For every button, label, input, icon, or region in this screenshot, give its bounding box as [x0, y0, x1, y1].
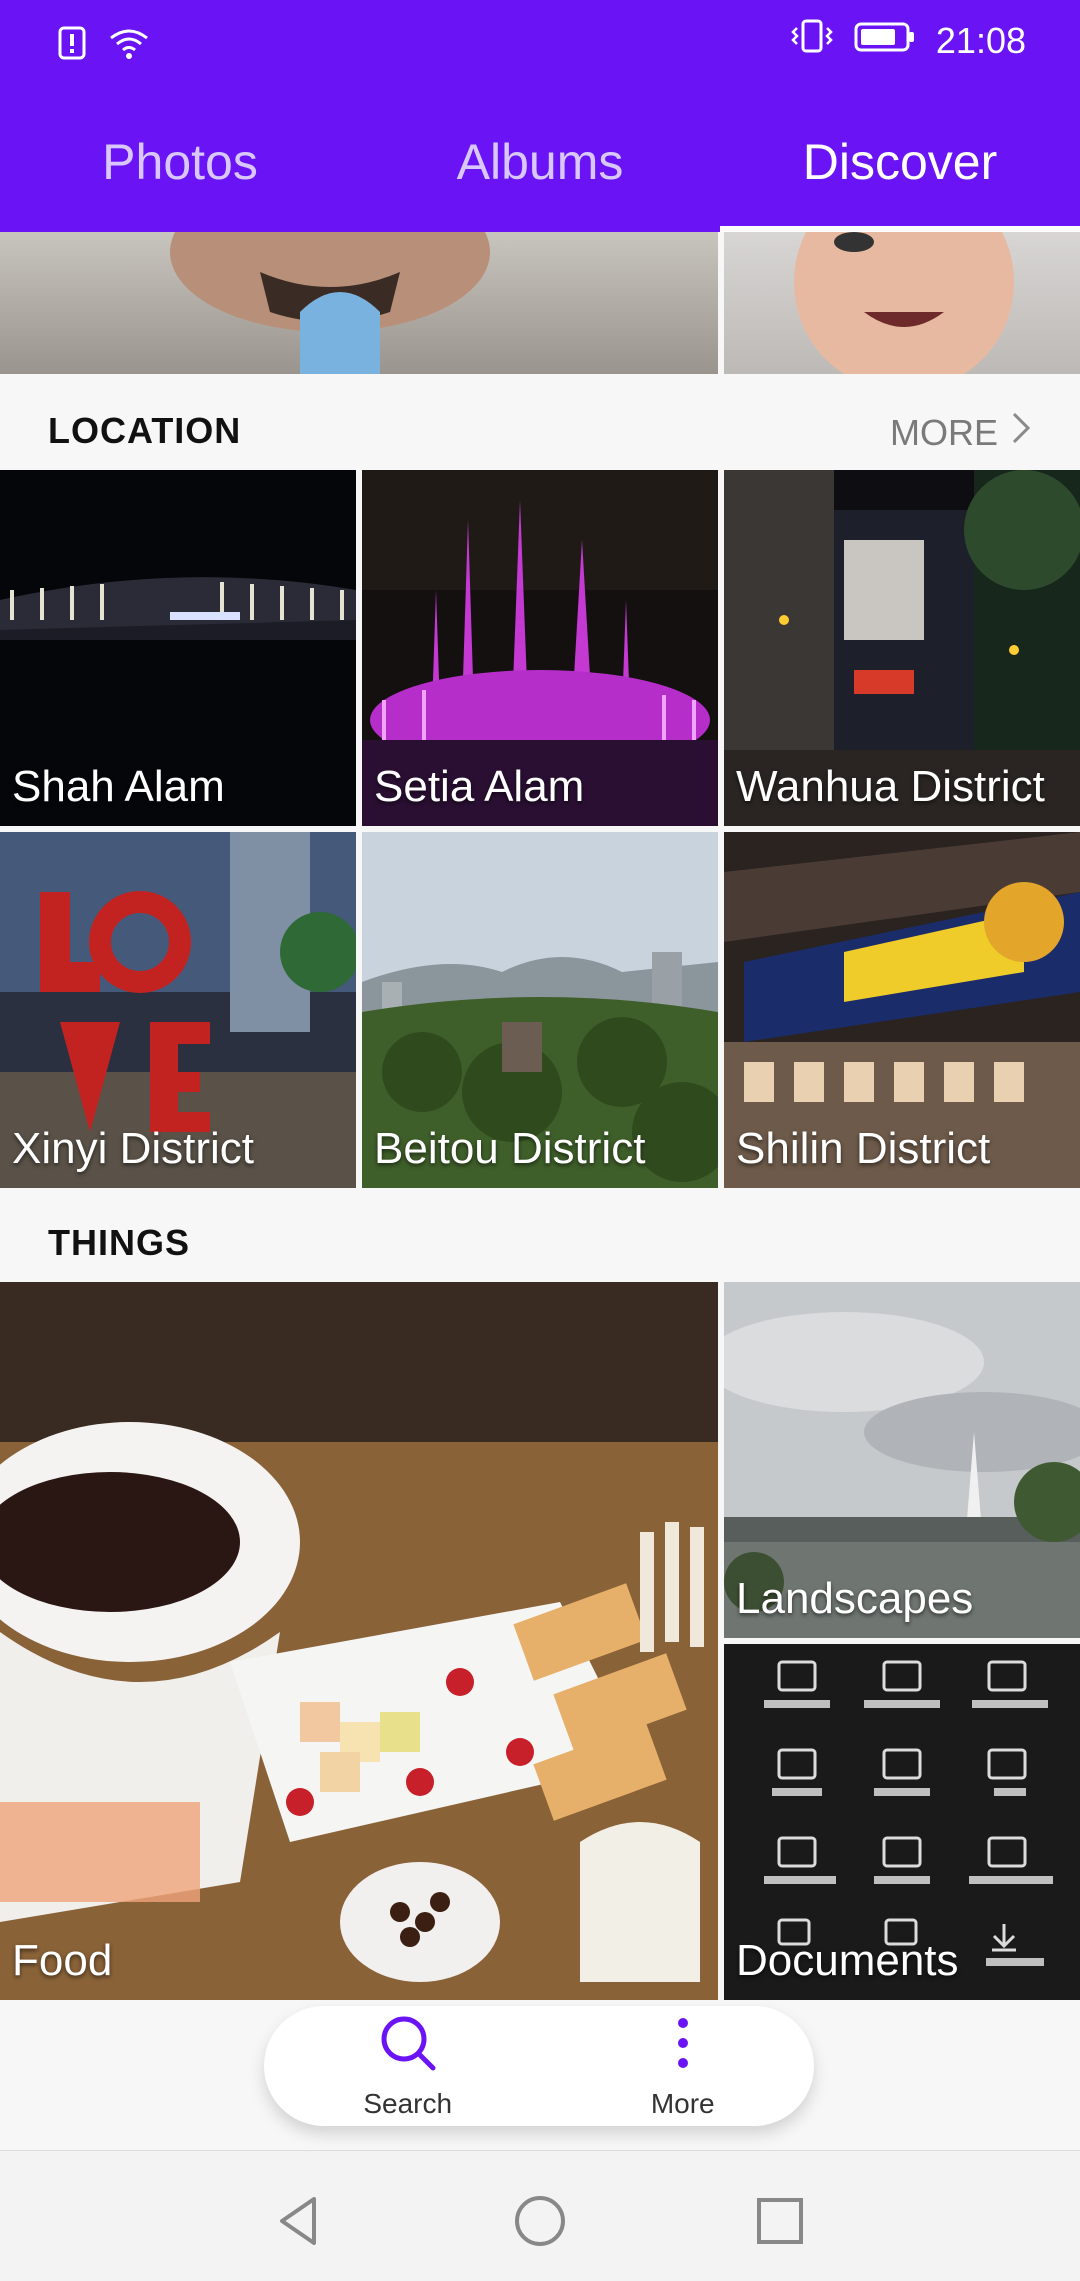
search-button[interactable]: Search [363, 2013, 452, 2120]
more-label: More [650, 2087, 715, 2119]
location-tile-wanhua-district[interactable]: Wanhua District [724, 470, 1080, 826]
things-tile-landscapes[interactable]: Landscapes [724, 1282, 1080, 1638]
wifi-icon [108, 26, 150, 65]
notification-alert-icon [58, 26, 86, 65]
things-tile-food[interactable]: Food [0, 1282, 718, 2000]
location-label: Shah Alam [12, 762, 225, 811]
location-tile-shilin-district[interactable]: Shilin District [724, 832, 1080, 1188]
tab-discover[interactable]: Discover [720, 92, 1080, 232]
more-label: MORE [890, 411, 998, 453]
recents-button[interactable] [750, 2191, 810, 2251]
back-triangle-icon [270, 2197, 330, 2255]
recents-square-icon [750, 2198, 810, 2255]
bottom-action-bar: Search More [264, 2006, 814, 2126]
system-navigation-bar [0, 2150, 1080, 2281]
people-photo-2[interactable] [724, 232, 1080, 374]
things-section-title: THINGS [48, 1222, 191, 1263]
more-vertical-icon [673, 2013, 693, 2080]
location-label: Xinyi District [12, 1124, 255, 1173]
clock-time: 21:08 [935, 19, 1026, 61]
chevron-right-icon [1010, 410, 1032, 455]
things-label: Food [12, 1936, 113, 1985]
location-label: Setia Alam [374, 762, 585, 811]
tab-photos[interactable]: Photos [0, 92, 360, 232]
location-tile-shah-alam[interactable]: Shah Alam [0, 470, 356, 826]
location-tile-beitou-district[interactable]: Beitou District [362, 832, 718, 1188]
search-label: Search [363, 2087, 453, 2119]
things-label: Landscapes [736, 1574, 974, 1623]
location-tile-xinyi-district[interactable]: Xinyi District [0, 832, 356, 1188]
things-label: Documents [736, 1936, 959, 1985]
people-photo-1[interactable] [0, 232, 718, 374]
location-more-link[interactable]: MORE [890, 410, 1032, 455]
location-label: Shilin District [736, 1124, 991, 1173]
location-section-title: LOCATION [48, 410, 242, 451]
tab-albums[interactable]: Albums [360, 92, 720, 232]
things-tile-documents[interactable]: Documents [724, 1644, 1080, 2000]
location-label: Wanhua District [736, 762, 1045, 811]
location-tile-setia-alam[interactable]: Setia Alam [362, 470, 718, 826]
more-button[interactable]: More [651, 2013, 715, 2120]
battery-icon [854, 20, 916, 62]
home-circle-icon [510, 2196, 570, 2255]
home-button[interactable] [510, 2191, 570, 2251]
vibrate-icon [790, 18, 834, 63]
search-icon [378, 2013, 438, 2080]
back-button[interactable] [270, 2191, 330, 2251]
location-label: Beitou District [374, 1124, 646, 1173]
status-bar: 21:08 [0, 0, 1080, 92]
tab-bar: Photos Albums Discover [0, 92, 1080, 232]
